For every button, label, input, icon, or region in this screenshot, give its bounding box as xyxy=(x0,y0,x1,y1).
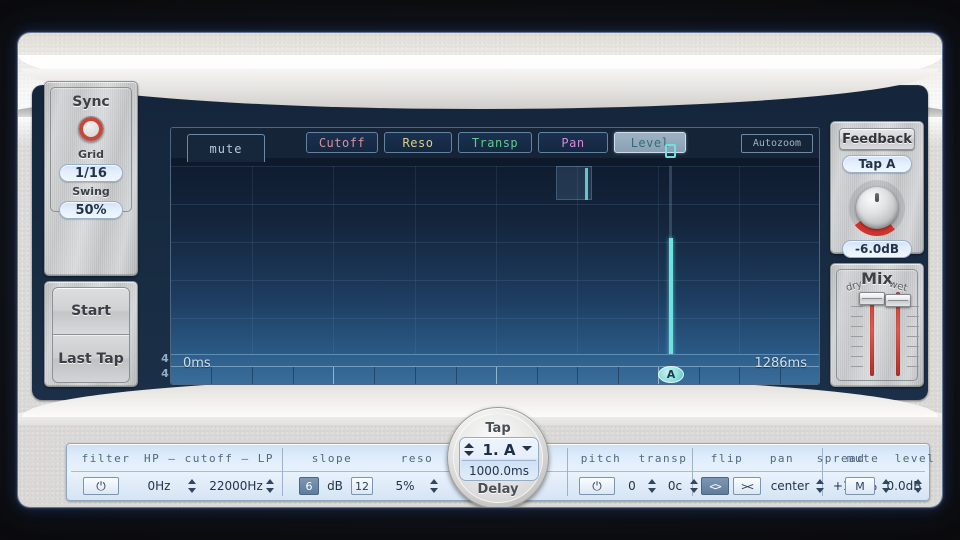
ruler-ticks xyxy=(171,366,819,384)
start-button[interactable]: Start xyxy=(52,287,130,335)
pan-head: pan xyxy=(769,452,795,465)
feedback-title: Feedback xyxy=(842,131,912,147)
filter-lp-stepper[interactable] xyxy=(265,477,276,495)
tap-display[interactable]: mute Cutoff Reso Transp Pan Level Autozo… xyxy=(170,127,820,385)
tap-top-marker[interactable] xyxy=(665,144,676,158)
sync-title: Sync xyxy=(72,94,110,110)
grid-label: Grid xyxy=(77,148,105,161)
pitch-power-button[interactable]: ⏻ xyxy=(579,477,615,495)
last-tap-button[interactable]: Last Tap xyxy=(52,335,130,383)
feedback-knob[interactable] xyxy=(849,180,905,236)
pitch-semitone-value[interactable]: 0 xyxy=(621,477,643,495)
flip-lr-button[interactable]: <> xyxy=(701,477,729,495)
tap-dial-top-label: Tap xyxy=(485,421,511,436)
plugin-window: Sync Grid 1/16 Swing 50% Start Last Tap … xyxy=(18,33,942,507)
filter-power-button[interactable]: ⏻ xyxy=(83,477,119,495)
tap-dial-bottom-label: Delay xyxy=(477,482,519,497)
time-signature: 4 4 xyxy=(159,351,171,385)
level-head: level xyxy=(894,452,936,465)
wet-fader-handle[interactable] xyxy=(885,294,911,307)
tab-transp-label: Transp xyxy=(471,135,519,150)
reso-stepper[interactable] xyxy=(429,477,440,495)
tab-reso-label: Reso xyxy=(402,135,434,150)
tap-dial[interactable]: Tap 1. A 1000.0ms Delay xyxy=(447,407,549,507)
dry-fader-ticks xyxy=(851,294,863,374)
tab-transp[interactable]: Transp xyxy=(458,132,532,153)
filter-lp-value[interactable]: 22000Hz xyxy=(205,477,267,495)
autozoom-button[interactable]: Autozoom xyxy=(741,134,813,153)
tab-cutoff-label: Cutoff xyxy=(318,135,366,150)
console-top-arch xyxy=(22,69,938,109)
chevron-down-icon[interactable] xyxy=(522,446,532,451)
slope-12db-button[interactable]: 12 xyxy=(351,477,373,495)
reso-value[interactable]: 5% xyxy=(383,477,427,495)
feedback-tap-select[interactable]: Tap A xyxy=(842,155,912,173)
filter-head: filter xyxy=(81,452,131,465)
pitch-cents-stepper[interactable] xyxy=(689,477,700,495)
tap-handle-a[interactable]: A xyxy=(658,366,684,383)
feedback-value[interactable]: -6.0dB xyxy=(842,240,912,258)
feedback-knob-body xyxy=(856,187,898,229)
tab-pan-label: Pan xyxy=(561,135,585,150)
power-icon: ⏻ xyxy=(96,478,106,493)
tab-mute[interactable]: mute xyxy=(187,134,265,162)
slope-unit: dB xyxy=(327,479,343,493)
flip-center-button[interactable]: >< xyxy=(733,477,761,495)
grid-value[interactable]: 1/16 xyxy=(59,164,123,182)
display-ruler: A xyxy=(171,354,819,384)
feedback-button[interactable]: Feedback xyxy=(839,128,915,150)
time-signature-bottom: 4 xyxy=(161,367,169,380)
swing-label: Swing xyxy=(72,185,110,198)
selection-line xyxy=(585,168,588,200)
slope-head: slope xyxy=(311,452,353,465)
feedback-knob-indicator xyxy=(875,193,879,202)
level-stepper[interactable] xyxy=(913,477,924,495)
filter-hp-stepper[interactable] xyxy=(187,477,198,495)
time-start-label: 0ms xyxy=(183,356,211,371)
transp-head: transp xyxy=(638,452,688,465)
parambar-divider-2 xyxy=(567,448,568,496)
mute-head: mute xyxy=(846,452,880,465)
last-tap-label: Last Tap xyxy=(58,350,124,367)
dry-fader-handle[interactable] xyxy=(859,292,885,305)
mix-wet-fader[interactable] xyxy=(885,290,919,378)
mix-dry-fader[interactable] xyxy=(851,290,885,378)
tab-level-label: Level xyxy=(630,135,670,150)
sync-led[interactable] xyxy=(78,116,104,142)
filter-range-head: HP — cutoff — LP xyxy=(144,452,274,465)
tab-pan[interactable]: Pan xyxy=(538,132,608,153)
tap-level-bar[interactable] xyxy=(669,238,673,356)
tab-reso[interactable]: Reso xyxy=(384,132,452,153)
power-icon-2: ⏻ xyxy=(592,478,602,493)
display-grid xyxy=(171,166,819,356)
tap-lcd-divider xyxy=(462,460,536,461)
reso-head: reso xyxy=(400,452,434,465)
tap-dial-lcd[interactable]: 1. A 1000.0ms xyxy=(459,437,539,481)
pitch-cents-value[interactable]: 0c xyxy=(663,477,687,495)
tab-cutoff[interactable]: Cutoff xyxy=(306,132,378,153)
time-signature-top: 4 xyxy=(161,352,169,365)
pitch-head: pitch xyxy=(580,452,622,465)
slope-6db-button[interactable]: 6 xyxy=(299,477,319,495)
swing-value[interactable]: 50% xyxy=(59,201,123,219)
flip-head: flip xyxy=(710,452,744,465)
tap-time-value[interactable]: 1000.0ms xyxy=(460,462,538,480)
pitch-semitone-stepper[interactable] xyxy=(647,477,658,495)
start-label: Start xyxy=(71,303,111,319)
pan-value[interactable]: center xyxy=(765,477,815,495)
time-end-label: 1286ms xyxy=(754,356,807,371)
pan-stepper[interactable] xyxy=(815,477,826,495)
parambar-divider-1 xyxy=(282,448,283,496)
filter-hp-value[interactable]: 0Hz xyxy=(135,477,183,495)
mute-button[interactable]: M xyxy=(845,477,875,495)
tap-stem xyxy=(669,166,672,244)
